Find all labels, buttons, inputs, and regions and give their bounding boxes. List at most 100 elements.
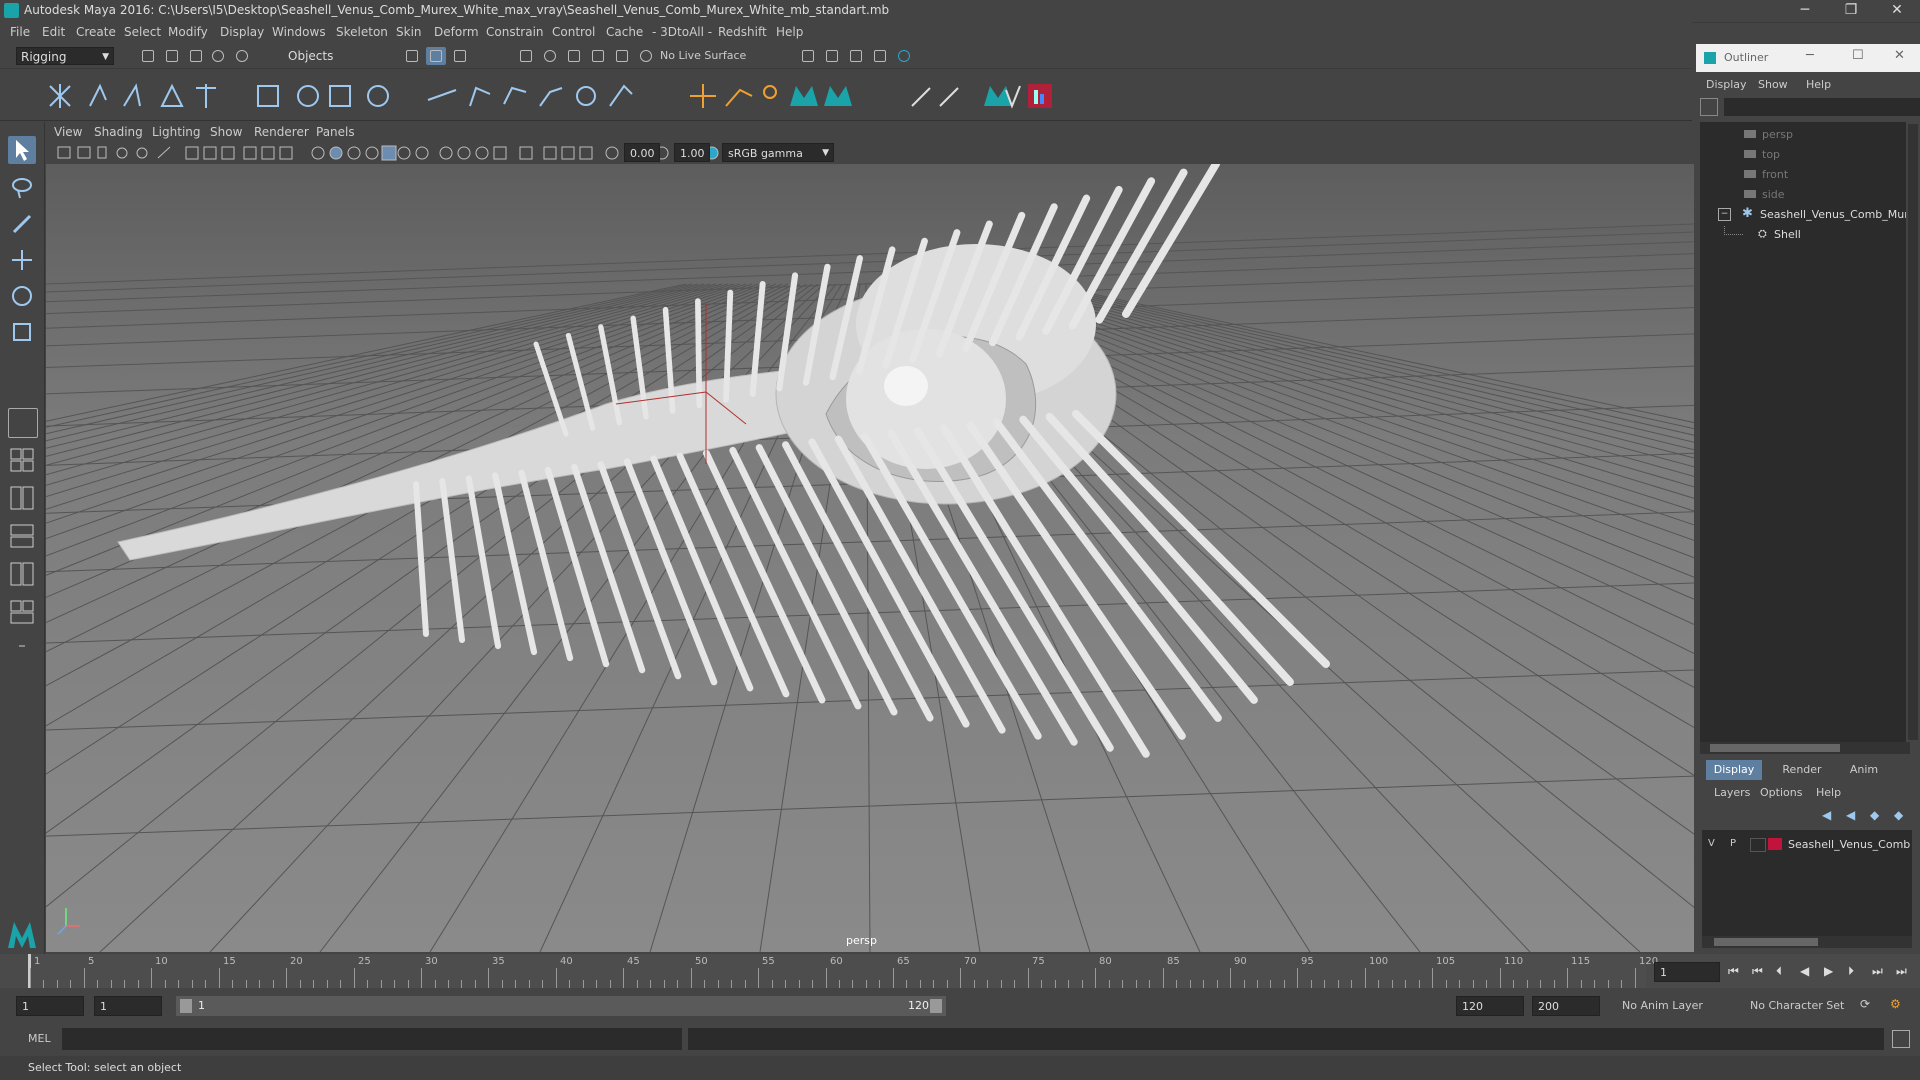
gamma-field[interactable]: 1.00 — [674, 143, 710, 162]
menu-control[interactable]: Control — [552, 25, 595, 39]
layer-playback-toggle[interactable]: P — [1730, 838, 1736, 849]
play-backwards-icon[interactable]: ◀ — [1800, 964, 1809, 978]
outliner-horizontal-scrollbar[interactable] — [1700, 742, 1910, 754]
snap-curve-icon[interactable] — [540, 47, 560, 65]
redo-icon[interactable] — [232, 47, 252, 65]
tab-render[interactable]: Render — [1774, 760, 1830, 780]
menu-file[interactable]: File — [10, 25, 30, 39]
playback-end-field[interactable]: 120 — [1456, 996, 1524, 1016]
hypershade-icon[interactable] — [870, 47, 890, 65]
select-by-component-icon[interactable] — [450, 47, 470, 65]
outliner-search-input[interactable] — [1724, 98, 1920, 116]
layer-color-swatch[interactable] — [1768, 838, 1782, 850]
script-editor-icon[interactable] — [1892, 1030, 1910, 1048]
four-view-layout-icon[interactable] — [8, 446, 36, 474]
outliner-minimize-button[interactable]: ─ — [1806, 48, 1814, 63]
go-to-start-icon[interactable]: ⏮ — [1728, 964, 1739, 979]
undo-icon[interactable] — [208, 47, 228, 65]
snap-grid-icon[interactable] — [516, 47, 536, 65]
layer-visibility-toggle[interactable]: V — [1708, 838, 1715, 849]
vp-menu-renderer[interactable]: Renderer — [254, 125, 309, 139]
scroll-thumb[interactable] — [1714, 938, 1818, 946]
magnet-icon[interactable] — [636, 47, 656, 65]
range-slider[interactable]: 1 120 — [176, 996, 946, 1016]
layers-menu[interactable]: Layers — [1714, 786, 1750, 799]
scroll-thumb[interactable] — [1710, 744, 1840, 752]
new-scene-icon[interactable] — [138, 47, 158, 65]
menu-modify[interactable]: Modify — [168, 25, 208, 39]
restore-button[interactable]: ❐ — [1828, 0, 1874, 22]
exposure-field[interactable]: 0.00 — [624, 143, 660, 162]
end-time-field[interactable]: 200 — [1532, 996, 1600, 1016]
layer-name[interactable]: Seashell_Venus_Comb — [1788, 838, 1910, 851]
start-time-field[interactable]: 1 — [16, 996, 84, 1016]
snap-point-icon[interactable] — [564, 47, 584, 65]
minimize-button[interactable]: ─ — [1782, 0, 1828, 22]
colorspace-dropdown[interactable]: sRGB gamma ▼ — [722, 143, 834, 162]
menu-skin[interactable]: Skin — [396, 25, 422, 39]
menu-help[interactable]: Help — [776, 25, 803, 39]
rotate-tool-icon[interactable] — [8, 282, 36, 310]
move-layer-down-icon[interactable]: ◀ — [1846, 808, 1855, 822]
render-settings-icon[interactable] — [798, 47, 818, 65]
side-by-side-layout-icon[interactable] — [8, 484, 36, 512]
single-perspective-layout-icon[interactable] — [8, 408, 38, 438]
snap-live-icon[interactable] — [612, 47, 632, 65]
tab-display[interactable]: Display — [1706, 760, 1762, 780]
time-ruler[interactable]: 1 5 10 15 20 25 30 35 40 45 50 55 60 65 70 75 80 85 90 95 10… — [28, 954, 1658, 988]
time-slider[interactable]: 1 5 10 15 20 25 30 35 40 45 50 55 60 65 70 75 80 85 90 95 10… — [0, 954, 1920, 988]
options-menu[interactable]: Options — [1760, 786, 1802, 799]
menu-edit[interactable]: Edit — [42, 25, 65, 39]
range-start-handle[interactable] — [180, 999, 192, 1013]
lasso-tool-icon[interactable] — [8, 174, 36, 202]
outliner-item-persp[interactable]: persp — [1700, 126, 1920, 146]
render-view-icon[interactable] — [894, 47, 914, 65]
outliner-item-shell[interactable]: ⛭ Shell — [1700, 226, 1920, 246]
outliner-maximize-button[interactable]: ☐ — [1852, 48, 1864, 63]
menu-3dtoall[interactable]: - 3DtoAll - — [652, 25, 712, 39]
anim-layer-dropdown[interactable]: No Anim Layer — [1622, 996, 1744, 1016]
render-current-icon[interactable] — [822, 47, 842, 65]
character-set-dropdown[interactable]: No Character Set — [1750, 996, 1874, 1016]
snap-view-plane-icon[interactable] — [588, 47, 608, 65]
vp-menu-lighting[interactable]: Lighting — [152, 125, 201, 139]
open-scene-icon[interactable] — [162, 47, 182, 65]
outliner-item-front[interactable]: front — [1700, 166, 1920, 186]
save-scene-icon[interactable] — [186, 47, 206, 65]
outliner-menu-help[interactable]: Help — [1806, 78, 1831, 91]
selection-mode-dropdown[interactable]: Objects — [284, 47, 378, 65]
menu-redshift[interactable]: Redshift — [718, 25, 767, 39]
go-to-end-icon[interactable]: ⏭ — [1896, 964, 1907, 979]
outliner-menu-show[interactable]: Show — [1758, 78, 1788, 91]
move-tool-icon[interactable] — [8, 246, 36, 274]
layer-horizontal-scrollbar[interactable] — [1702, 936, 1912, 948]
persp-outliner-layout-icon[interactable] — [8, 522, 36, 550]
menu-cache[interactable]: Cache — [606, 25, 643, 39]
layer-row[interactable]: V P Seashell_Venus_Comb — [1702, 836, 1912, 854]
select-tool-icon[interactable] — [8, 136, 36, 164]
layout-separator-icon[interactable] — [8, 632, 36, 660]
menuset-dropdown[interactable]: Rigging ▼ — [16, 47, 114, 65]
paint-select-tool-icon[interactable] — [8, 210, 36, 238]
persp-graph-layout-icon[interactable] — [8, 560, 36, 588]
step-back-key-icon[interactable]: ⏮ — [1752, 964, 1763, 979]
close-button[interactable]: ✕ — [1874, 0, 1920, 22]
new-empty-layer-icon[interactable]: ◆ — [1870, 808, 1879, 822]
menu-display[interactable]: Display — [220, 25, 264, 39]
mel-label[interactable]: MEL — [28, 1032, 51, 1045]
step-back-frame-icon[interactable]: ⏴ — [1776, 964, 1782, 979]
step-forward-frame-icon[interactable]: ⏵ — [1848, 964, 1854, 979]
hypershade-layout-icon[interactable] — [8, 598, 36, 626]
new-layer-selected-icon[interactable]: ◆ — [1894, 808, 1903, 822]
outliner-close-button[interactable]: ✕ — [1894, 48, 1905, 63]
animation-preferences-icon[interactable]: ⚙ — [1890, 997, 1901, 1011]
vp-menu-view[interactable]: View — [54, 125, 82, 139]
current-frame-field[interactable]: 1 — [1654, 962, 1720, 982]
playback-start-field[interactable]: 1 — [94, 996, 162, 1016]
vp-menu-shading[interactable]: Shading — [94, 125, 143, 139]
menu-create[interactable]: Create — [76, 25, 116, 39]
menu-select[interactable]: Select — [124, 25, 161, 39]
tab-anim[interactable]: Anim — [1836, 760, 1892, 780]
select-by-object-icon[interactable] — [426, 47, 446, 65]
auto-key-icon[interactable]: ⟳ — [1860, 997, 1870, 1011]
